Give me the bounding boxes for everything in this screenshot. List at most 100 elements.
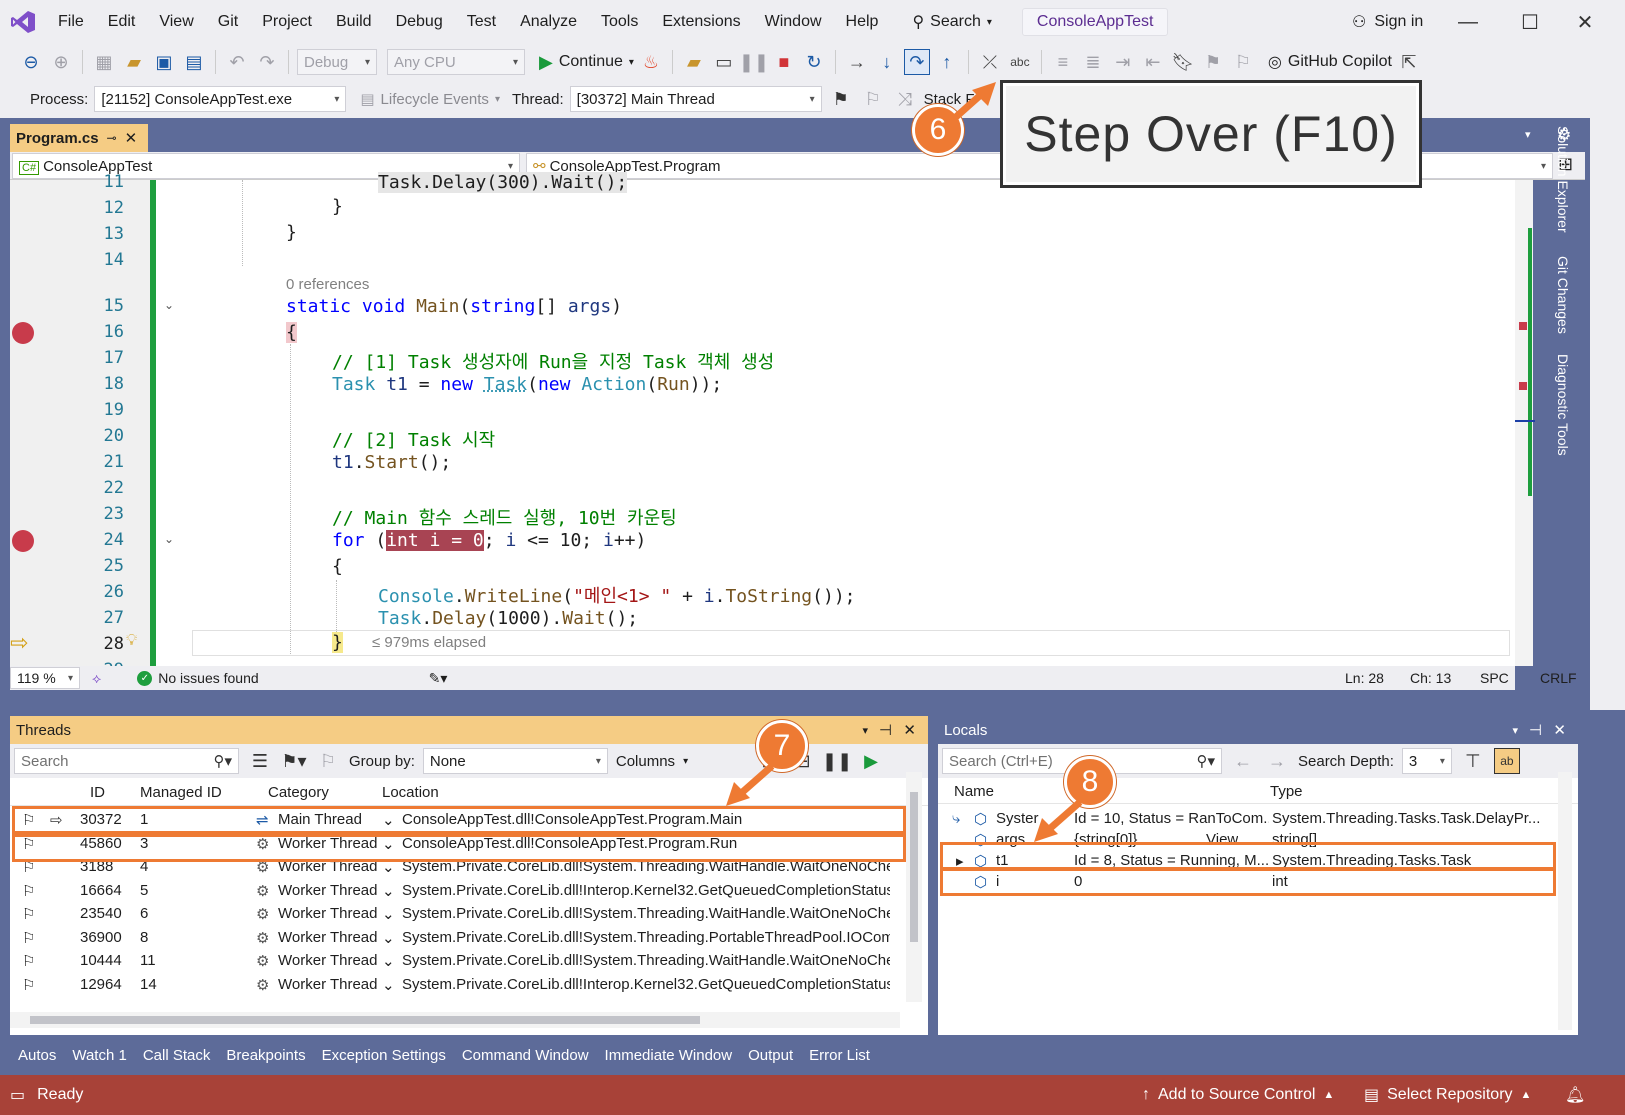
- flag-icon[interactable]: ⚐: [22, 976, 35, 994]
- title-search-button[interactable]: ⚲ Search ▾: [900, 7, 1003, 37]
- new-project-icon[interactable]: ▦: [91, 49, 117, 75]
- tab-call-stack[interactable]: Call Stack: [135, 1047, 219, 1064]
- maximize-button[interactable]: ☐: [1505, 0, 1555, 44]
- stop-icon[interactable]: ■: [771, 49, 797, 75]
- flag-icon[interactable]: ⚐: [22, 905, 35, 923]
- col-id[interactable]: ID: [90, 784, 105, 801]
- code-lens-references[interactable]: 0 references: [286, 276, 369, 293]
- menu-project[interactable]: Project: [250, 0, 324, 44]
- tab-breakpoints[interactable]: Breakpoints: [218, 1047, 313, 1064]
- add-source-control-button[interactable]: ↑ Add to Source Control ▲: [1142, 1086, 1334, 1104]
- pin-source-icon[interactable]: ⊤: [1460, 748, 1486, 774]
- hex-display-icon[interactable]: ab: [1493, 748, 1520, 774]
- flag-all-icon[interactable]: ⚐: [860, 86, 886, 112]
- search-back-icon[interactable]: ←: [1230, 748, 1256, 774]
- threads-horizontal-scrollbar[interactable]: [10, 1012, 900, 1028]
- member-nav-dropdown[interactable]: ▾: [1415, 153, 1553, 179]
- open-folder-icon[interactable]: ▰: [121, 49, 147, 75]
- breakpoint-icon[interactable]: [12, 322, 34, 344]
- lightbulb-icon[interactable]: 💡︎: [126, 632, 137, 650]
- select-repository-button[interactable]: ▤ Select Repository ▲: [1364, 1085, 1531, 1105]
- thaw-threads-icon[interactable]: ▶: [858, 748, 884, 774]
- step-over-icon[interactable]: ↷: [903, 49, 930, 75]
- close-icon[interactable]: ✕: [1553, 721, 1566, 739]
- zoom-dropdown[interactable]: 119 % ▾: [10, 667, 80, 689]
- chevron-down-icon[interactable]: ⌄: [382, 905, 395, 923]
- pin-icon[interactable]: ⊸: [107, 131, 117, 145]
- menu-window[interactable]: Window: [753, 0, 834, 44]
- chevron-down-icon[interactable]: ⌄: [382, 929, 395, 947]
- git-changes-tab[interactable]: Git Changes: [1555, 256, 1571, 334]
- breakpoint-icon[interactable]: [12, 530, 34, 552]
- pin-icon[interactable]: ⊣: [879, 721, 892, 739]
- close-window-button[interactable]: ✕: [1560, 0, 1610, 44]
- menu-extensions[interactable]: Extensions: [650, 0, 752, 44]
- close-icon[interactable]: ✕: [125, 129, 138, 147]
- tab-error-list[interactable]: Error List: [801, 1047, 878, 1064]
- issues-status[interactable]: No issues found: [158, 670, 258, 686]
- tab-immediate-window[interactable]: Immediate Window: [597, 1047, 741, 1064]
- threads-search-input[interactable]: Search ⚲▾: [14, 748, 239, 774]
- diagnostics-icon[interactable]: ⤫: [977, 49, 1003, 75]
- minimize-button[interactable]: —: [1443, 0, 1493, 44]
- whitespace-indicator[interactable]: SPC: [1480, 670, 1509, 686]
- tab-watch-1[interactable]: Watch 1: [64, 1047, 134, 1064]
- line-ending-indicator[interactable]: CRLF: [1540, 670, 1577, 686]
- show-next-statement-icon[interactable]: →: [844, 49, 870, 75]
- freeze-threads-icon[interactable]: ❚❚: [822, 748, 852, 774]
- column-indicator[interactable]: Ch: 13: [1410, 670, 1451, 686]
- flag-icon[interactable]: ⚑▾: [281, 748, 307, 774]
- undo-icon[interactable]: ↶: [224, 49, 250, 75]
- bookmark-icon[interactable]: 🔖︎: [1170, 49, 1196, 75]
- tab-program-cs[interactable]: Program.cs ⊸ ✕: [10, 124, 148, 152]
- uncomment-icon[interactable]: ≣: [1080, 49, 1106, 75]
- window-menu-chevron-icon[interactable]: ▾: [1512, 724, 1518, 737]
- search-depth-dropdown[interactable]: 3 ▾: [1401, 748, 1452, 774]
- collapse-chevron-icon[interactable]: ⌄: [164, 532, 174, 546]
- expand-callstacks-icon[interactable]: ☰: [247, 748, 273, 774]
- github-copilot-button[interactable]: ◎ GitHub Copilot: [1268, 52, 1392, 72]
- brush-icon[interactable]: ⟡: [92, 670, 101, 687]
- cleanup-icon[interactable]: ✎▾: [429, 670, 448, 687]
- flag-icon[interactable]: ⚐: [22, 882, 35, 900]
- redo-icon[interactable]: ↷: [254, 49, 280, 75]
- close-icon[interactable]: ✕: [903, 721, 916, 739]
- share-icon[interactable]: ⇱: [1396, 49, 1422, 75]
- menu-file[interactable]: File: [46, 0, 96, 44]
- menu-test[interactable]: Test: [455, 0, 508, 44]
- locals-vertical-scrollbar[interactable]: [1558, 772, 1572, 1030]
- col-location[interactable]: Location: [382, 784, 439, 801]
- locals-window-header[interactable]: Locals ▾ ⊣ ✕: [938, 716, 1578, 744]
- col-type[interactable]: Type: [1270, 783, 1303, 800]
- thread-dropdown[interactable]: [30372] Main Thread ▾: [569, 86, 822, 112]
- code-editor[interactable]: [10, 180, 1515, 686]
- col-name[interactable]: Name: [954, 783, 994, 800]
- back-icon[interactable]: ⊖: [18, 49, 44, 75]
- prev-bookmark-icon[interactable]: ⚑: [1200, 49, 1226, 75]
- configuration-dropdown[interactable]: Debug ▾: [297, 49, 377, 75]
- sign-in-button[interactable]: ⚇ Sign in: [1352, 0, 1423, 44]
- search-forward-icon[interactable]: →: [1264, 748, 1290, 774]
- menu-tools[interactable]: Tools: [589, 0, 650, 44]
- pin-icon[interactable]: ⊣: [1529, 721, 1542, 739]
- line-indicator[interactable]: Ln: 28: [1345, 670, 1384, 686]
- thread-row[interactable]: ⚐ 16664 5 ⚙ Worker Thread ⌄ System.Private.Cor…: [10, 880, 900, 903]
- lifecycle-events-button[interactable]: Lifecycle Events: [381, 91, 489, 108]
- menu-edit[interactable]: Edit: [96, 0, 148, 44]
- notifications-bell-icon[interactable]: 🔔︎: [1565, 1085, 1585, 1105]
- thread-row[interactable]: ⚐ 10444 11 ⚙ Worker Thread ⌄ System.Private.Co…: [10, 950, 900, 973]
- menu-build[interactable]: Build: [324, 0, 384, 44]
- indent-icon[interactable]: ⇥: [1110, 49, 1136, 75]
- visual-studio-logo-icon[interactable]: [0, 0, 46, 44]
- columns-button[interactable]: Columns: [616, 753, 675, 770]
- outdent-icon[interactable]: ⇤: [1140, 49, 1166, 75]
- flag-icon[interactable]: ⚑: [828, 86, 854, 112]
- target-window-icon[interactable]: ▭: [711, 49, 737, 75]
- col-managed-id[interactable]: Managed ID: [140, 784, 222, 801]
- pause-icon[interactable]: ❚❚: [739, 49, 769, 75]
- save-all-icon[interactable]: ▤: [181, 49, 207, 75]
- solution-explorer-tab[interactable]: Solution Explorer: [1555, 126, 1571, 233]
- tab-output[interactable]: Output: [740, 1047, 801, 1064]
- forward-icon[interactable]: ⊕: [48, 49, 74, 75]
- tab-command-window[interactable]: Command Window: [454, 1047, 597, 1064]
